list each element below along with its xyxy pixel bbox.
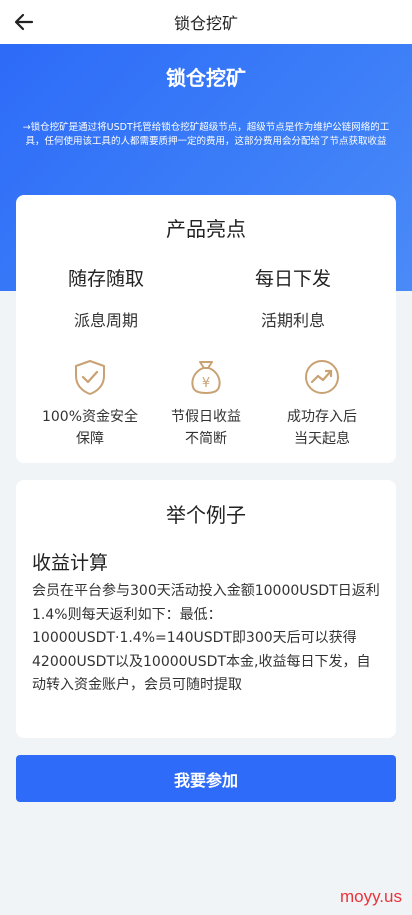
feature-line1: 100%资金安全 xyxy=(41,409,139,425)
example-subtitle: 收益计算 xyxy=(32,552,109,574)
highlight-item: 每日下发 活期利息 xyxy=(213,264,373,331)
highlight-item: 随存随取 派息周期 xyxy=(26,264,186,331)
highlight-big: 每日下发 xyxy=(254,268,331,290)
feature-line2: 不简断 xyxy=(185,431,227,447)
feature-line1: 成功存入后 xyxy=(287,409,357,425)
hero-title: 锁仓挖矿 xyxy=(166,66,246,90)
highlight-big: 随存随取 xyxy=(67,268,144,290)
example-title: 举个例子 xyxy=(166,503,246,527)
highlight-sub: 派息周期 xyxy=(73,311,138,330)
example-body: 会员在平台参与300天活动投入金额10000USDT日返利1.4%则每天返利如下… xyxy=(32,583,380,693)
watermark: moyy.us xyxy=(339,887,402,906)
feature-line2: 保障 xyxy=(76,431,104,447)
page-title: 锁仓挖矿 xyxy=(173,14,238,33)
top-bar: 锁仓挖矿 xyxy=(0,0,412,44)
feature-item: ¥ 节假日收益 不简断 xyxy=(141,358,271,450)
highlights-card: 产品亮点 随存随取 派息周期 每日下发 活期利息 100%资金安全 保障 ¥ 节… xyxy=(16,195,396,463)
money-bag-icon: ¥ xyxy=(191,361,221,394)
svg-text:¥: ¥ xyxy=(202,376,210,391)
shield-check-icon xyxy=(75,360,105,395)
back-arrow-icon[interactable] xyxy=(12,10,36,34)
example-card: 举个例子 收益计算 会员在平台参与300天活动投入金额10000USDT日返利1… xyxy=(16,480,396,738)
feature-item: 成功存入后 当天起息 xyxy=(257,358,387,450)
feature-line1: 节假日收益 xyxy=(171,409,241,425)
join-button[interactable]: 我要参加 xyxy=(16,755,396,802)
highlight-sub: 活期利息 xyxy=(260,311,325,330)
hero-description: →锁仓挖矿是通过将USDT托管给锁仓挖矿超级节点，超级节点是作为维护公链网络的工… xyxy=(22,122,390,147)
feature-item: 100%资金安全 保障 xyxy=(25,358,155,450)
highlights-title: 产品亮点 xyxy=(166,217,246,241)
trend-up-icon xyxy=(305,360,339,394)
feature-line2: 当天起息 xyxy=(294,431,350,447)
